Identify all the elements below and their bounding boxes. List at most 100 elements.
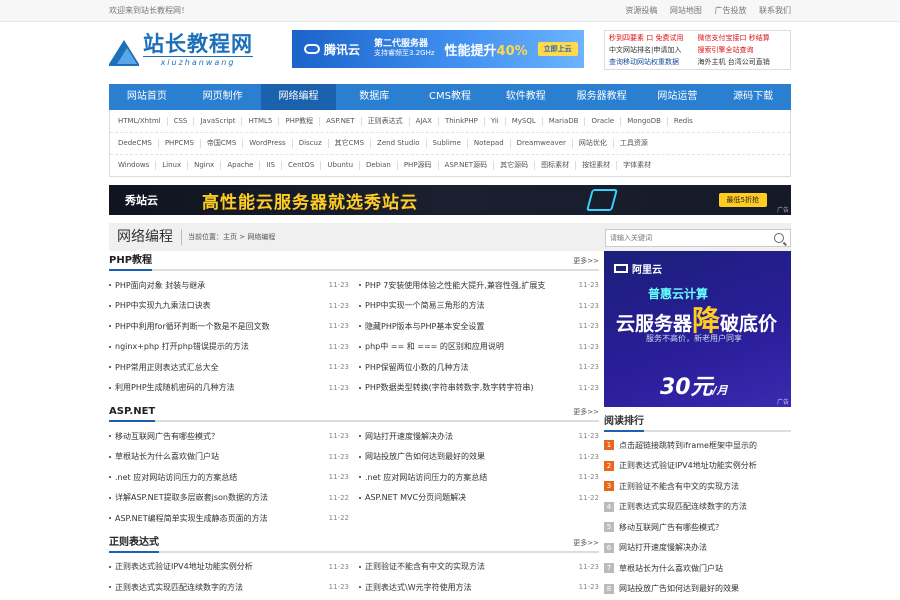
nav-item-database[interactable]: 数据库 (336, 84, 412, 110)
top-link-sitemap[interactable]: 网站地图 (670, 6, 702, 15)
rank-item-title[interactable]: 正则验证不能含有中文的实现方法 (619, 481, 739, 492)
list-item[interactable]: 移动互联网广告有哪些模式？ 11-23 (109, 426, 349, 447)
item-title[interactable]: PHP数据类型转换(字符串转数字,数字转字符串) (365, 382, 533, 393)
header-link[interactable]: 海外主机 台湾公司直销 (698, 56, 787, 68)
list-item[interactable]: PHP中利用for循环判断一个数是不是回文数 11-23 (109, 316, 349, 337)
rank-item[interactable]: 3 正则验证不能含有中文的实现方法 (604, 476, 791, 497)
subnav-link[interactable]: Notepad (466, 139, 510, 148)
item-title[interactable]: 正则表达式实现匹配连续数字的方法 (115, 582, 243, 593)
item-title[interactable]: php中 == 和 === 的区别和应用说明 (365, 341, 504, 352)
list-item[interactable]: 正则表达式\W元字符使用方法 11-23 (359, 577, 599, 598)
list-item[interactable]: php中 == 和 === 的区别和应用说明 11-23 (359, 337, 599, 358)
item-title[interactable]: .net 应对网站访问压力的方案总结 (365, 472, 487, 483)
item-title[interactable]: 正则表达式\W元字符使用方法 (365, 582, 472, 593)
list-item[interactable]: 网站投放广告如何达到最好的效果 11-23 (359, 447, 599, 468)
subnav-link[interactable]: DedeCMS (118, 139, 158, 148)
nav-item-operation[interactable]: 网站运营 (639, 84, 715, 110)
subnav-link[interactable]: HTML/Xhtml (118, 117, 167, 126)
subnav-link[interactable]: 正则表达式 (360, 116, 409, 126)
top-link-contact[interactable]: 联系我们 (759, 6, 791, 15)
subnav-link[interactable]: Apache (220, 161, 259, 170)
rank-item-title[interactable]: 网站投放广告如何达到最好的效果 (619, 583, 739, 594)
list-item[interactable]: PHP中实现一个简易三角形的方法 11-23 (359, 296, 599, 317)
list-item[interactable]: PHP面向对象 封装与继承 11-23 (109, 275, 349, 296)
subnav-link[interactable]: ASP.NET源码 (437, 161, 494, 170)
subnav-link[interactable]: 按钮素材 (575, 161, 616, 170)
rank-item-title[interactable]: 正则表达式实现匹配连续数字的方法 (619, 501, 747, 512)
list-item[interactable]: 草根站长为什么喜欢做门户站 11-23 (109, 447, 349, 468)
list-item[interactable]: PHP数据类型转换(字符串转数字,数字转字符串) 11-23 (359, 378, 599, 399)
subnav-link[interactable]: WordPress (242, 139, 291, 148)
rank-item[interactable]: 5 移动互联网广告有哪些模式？ (604, 517, 791, 538)
subnav-link[interactable]: Dreamweaver (509, 139, 572, 148)
item-title[interactable]: 正则表达式验证IPV4地址功能实例分析 (115, 561, 253, 572)
item-title[interactable]: 网站打开速度慢解决办法 (365, 431, 453, 442)
subnav-link[interactable]: ThinkPHP (437, 116, 484, 126)
item-title[interactable]: PHP 7安装使用体验之性能大提升,兼容性强,扩展支 (365, 280, 545, 291)
subnav-link[interactable]: Zend Studio (370, 139, 426, 148)
subnav-link[interactable]: Windows (118, 161, 155, 170)
subnav-link[interactable]: 网站优化 (571, 139, 613, 148)
list-item[interactable]: 网站打开速度慢解决办法 11-23 (359, 426, 599, 447)
subnav-link[interactable]: PHP源码 (396, 161, 438, 170)
subnav-link[interactable]: Redis (666, 116, 699, 126)
search-input[interactable] (606, 230, 774, 246)
list-item[interactable]: nginx+php 打开php错误提示的方法 11-23 (109, 337, 349, 358)
list-item[interactable]: 正则表达式实现匹配连续数字的方法 11-23 (109, 577, 349, 598)
subnav-link[interactable]: MariaDB (541, 116, 585, 126)
header-link[interactable]: 搜索引擎全站查询 (698, 44, 787, 56)
nav-item-server[interactable]: 服务器教程 (564, 84, 640, 110)
nav-item-webdesign[interactable]: 网页制作 (185, 84, 261, 110)
nav-item-software[interactable]: 软件教程 (488, 84, 564, 110)
item-title[interactable]: .net 应对网站访问压力的方案总结 (115, 472, 237, 483)
section-title[interactable]: 正则表达式 (109, 535, 159, 553)
rank-item[interactable]: 1 点击超链接跳转到iframe框架中显示的 (604, 435, 791, 456)
item-title[interactable]: PHP中实现九九乘法口诀表 (115, 300, 211, 311)
item-title[interactable]: 草根站长为什么喜欢做门户站 (115, 451, 219, 462)
list-item[interactable]: .net 应对网站访问压力的方案总结 11-23 (359, 467, 599, 488)
subnav-link[interactable]: IIS (259, 161, 281, 170)
subnav-link[interactable]: 图标素材 (534, 161, 575, 170)
list-item[interactable]: 正则验证不能含有中文的实现方法 11-23 (359, 557, 599, 578)
more-link[interactable]: 更多>> (573, 538, 599, 548)
subnav-link[interactable]: HTML5 (241, 116, 278, 126)
more-link[interactable]: 更多>> (573, 256, 599, 266)
subnav-link[interactable]: 帝国CMS (199, 139, 242, 148)
item-title[interactable]: 正则验证不能含有中文的实现方法 (365, 561, 485, 572)
header-link[interactable]: 中文网站排名|申请加入 (609, 44, 698, 56)
rank-item-title[interactable]: 网站打开速度慢解决办法 (619, 542, 707, 553)
nav-item-cms[interactable]: CMS教程 (412, 84, 488, 110)
rank-item-title[interactable]: 移动互联网广告有哪些模式？ (619, 522, 723, 533)
nav-item-source[interactable]: 源码下载 (715, 84, 791, 110)
subnav-link[interactable]: Oracle (584, 116, 620, 126)
item-title[interactable]: PHP常用正则表达式汇总大全 (115, 362, 219, 373)
header-ad-button[interactable]: 立即上云 (537, 42, 578, 56)
header-link[interactable]: 微信支付宝接口 秒结算 (698, 32, 787, 44)
header-link[interactable]: 查询移动网站权重数据 (609, 56, 698, 68)
subnav-link[interactable]: 字体素材 (616, 161, 657, 170)
list-item[interactable]: 正则表达式验证IPV4地址功能实例分析 11-23 (109, 557, 349, 578)
banner-button[interactable]: 最低5折抢 (718, 193, 767, 207)
item-title[interactable]: PHP中实现一个简易三角形的方法 (365, 300, 485, 311)
list-item[interactable]: 隐藏PHP版本与PHP基本安全设置 11-23 (359, 316, 599, 337)
subnav-link[interactable]: CentOS (281, 161, 320, 170)
list-item[interactable]: 利用PHP生成随机密码的几种方法 11-23 (109, 378, 349, 399)
nav-item-programming[interactable]: 网络编程 (260, 84, 337, 110)
subnav-link[interactable]: 工具资源 (612, 139, 654, 148)
subnav-link[interactable]: JavaScript (193, 116, 241, 126)
subnav-link[interactable]: PHP教程 (278, 116, 319, 126)
rank-item[interactable]: 2 正则表达式验证IPV4地址功能实例分析 (604, 456, 791, 477)
nav-item-home[interactable]: 网站首页 (109, 84, 185, 110)
search-icon[interactable] (774, 233, 784, 243)
top-link-submit[interactable]: 资源投稿 (625, 6, 657, 15)
list-item[interactable]: PHP 7安装使用体验之性能大提升,兼容性强,扩展支 11-23 (359, 275, 599, 296)
list-item[interactable]: 详解ASP.NET提取多层嵌套json数据的方法 11-22 (109, 488, 349, 509)
list-item[interactable]: ASP.NET编程简单实现生成静态页面的方法 11-22 (109, 508, 349, 529)
subnav-link[interactable]: ASP.NET (319, 116, 361, 126)
top-link-ads[interactable]: 广告投放 (714, 6, 746, 15)
header-ad-banner[interactable]: 腾讯云 第二代服务器 支持睿频至3.2GHz 性能提升40% 立即上云 (292, 30, 584, 68)
sidebar-ad[interactable]: 阿里云 普惠云计算 云服务器降破底价 服务不高价，新老用户同享 30元/月 广告 (604, 251, 791, 407)
more-link[interactable]: 更多>> (573, 407, 599, 417)
rank-item[interactable]: 8 网站投放广告如何达到最好的效果 (604, 579, 791, 600)
rank-item-title[interactable]: 草根站长为什么喜欢做门户站 (619, 563, 723, 574)
